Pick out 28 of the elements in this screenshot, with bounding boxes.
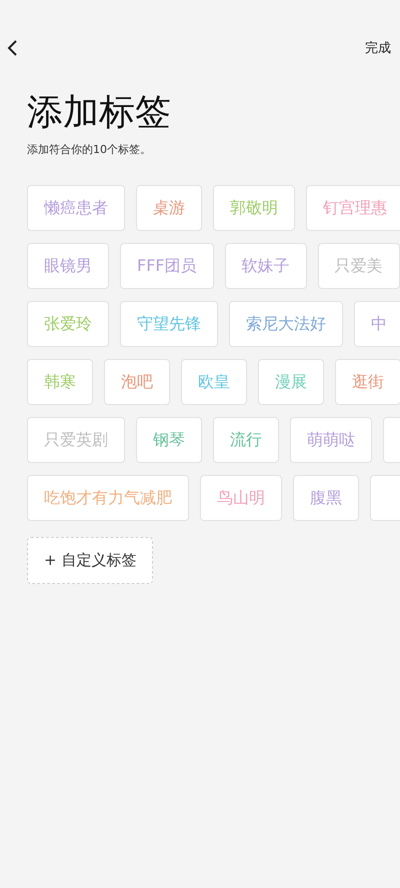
- tag-chip[interactable]: 懒癌患者: [27, 185, 125, 231]
- tag-chip[interactable]: 萌萌哒: [290, 417, 372, 463]
- tag-chip[interactable]: 鸟山明: [200, 475, 282, 521]
- done-button[interactable]: 完成: [365, 39, 391, 57]
- tag-chip[interactable]: 泡吧: [104, 359, 170, 405]
- tag-chip[interactable]: 软妹子: [224, 243, 307, 289]
- tag-chip[interactable]: 郭敬明: [213, 185, 295, 231]
- tag-chip[interactable]: 索尼大法好: [229, 301, 343, 347]
- tag-chip[interactable]: 钢琴: [136, 417, 202, 463]
- tag-chip[interactable]: 眼镜男: [27, 243, 109, 289]
- tag-chip[interactable]: 只爱英剧: [27, 417, 125, 463]
- custom-tag-button[interactable]: + 自定义标签: [27, 537, 154, 584]
- tag-chip[interactable]: 桌游: [136, 185, 202, 231]
- tag-chip[interactable]: 中: [354, 301, 400, 347]
- tag-chip[interactable]: 钉宫理惠: [306, 185, 400, 231]
- tag-chip[interactable]: 漫展: [258, 359, 324, 405]
- tag-chip[interactable]: 韩寒: [27, 359, 93, 405]
- tag-chip[interactable]: 逛街: [335, 359, 400, 405]
- page-title: 添加标签: [27, 91, 172, 135]
- tag-chip[interactable]: 张爱玲: [27, 301, 109, 347]
- tag-chip[interactable]: 欧皇: [181, 359, 247, 405]
- tag-chip[interactable]: 守望先锋: [120, 301, 218, 347]
- tag-chip[interactable]: 腹黑: [293, 475, 359, 521]
- tag-chip[interactable]: FFF团员: [120, 243, 214, 289]
- page-subtitle: 添加符合你的10个标签。: [27, 142, 152, 157]
- tag-chip[interactable]: 只爱美: [318, 243, 400, 289]
- tag-chip[interactable]: 吃饱才有力气减肥: [27, 475, 189, 521]
- tag-chip[interactable]: 流行: [213, 417, 279, 463]
